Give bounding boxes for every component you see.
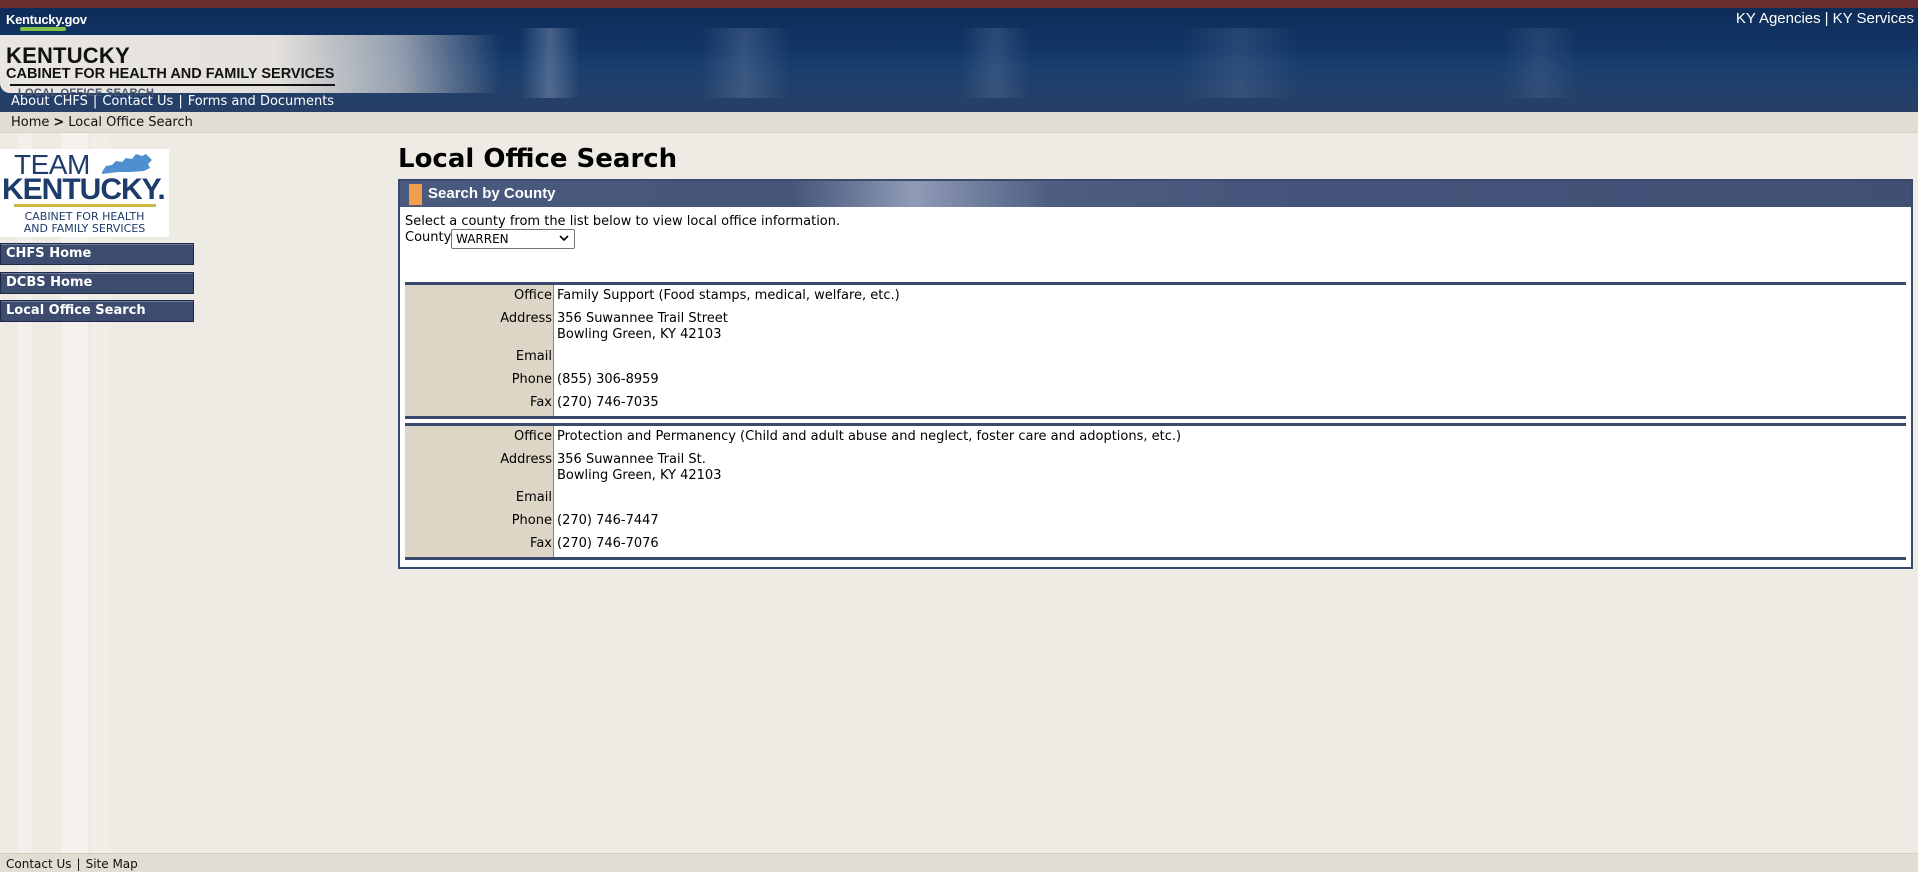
breadcrumb-current: Local Office Search [68, 115, 193, 130]
footer-separator: | [76, 857, 81, 871]
address-label: Address [500, 311, 552, 326]
footer-site-map-link[interactable]: Site Map [86, 857, 138, 871]
search-instructions: Select a county from the list below to v… [405, 214, 841, 229]
contact-us-link[interactable]: Contact Us [102, 94, 173, 109]
footer-contact-us-link[interactable]: Contact Us [6, 857, 72, 871]
address-label: Address [500, 452, 552, 467]
top-accent-line [0, 0, 1918, 8]
ky-services-link[interactable]: KY Services [1833, 10, 1914, 27]
sidebar-item-local-office-search[interactable]: Local Office Search [0, 300, 194, 322]
fax-label: Fax [530, 395, 552, 410]
office-label: Office [514, 288, 552, 303]
phone-label: Phone [511, 372, 552, 387]
footer-links: Contact Us | Site Map [6, 857, 138, 871]
top-links: KY Agencies | KY Services [1736, 10, 1914, 27]
fax-value: (270) 746-7035 [557, 395, 659, 410]
address-line-2: Bowling Green, KY 42103 [557, 468, 722, 483]
panel-title: Search by County [428, 185, 556, 202]
cabinet-banner[interactable]: KENTUCKY CABINET FOR HEALTH AND FAMILY S… [0, 35, 500, 99]
office-name: Family Support (Food stamps, medical, we… [557, 288, 900, 303]
phone-value: (270) 746-7447 [557, 513, 659, 528]
panel-header: Search by County [400, 181, 1911, 207]
sidebar-item-dcbs-home[interactable]: DCBS Home [0, 272, 194, 294]
sidebar-stripe [62, 133, 88, 853]
county-selected-value: WARREN [456, 232, 509, 246]
header-decoration [960, 28, 1030, 98]
brand-cabinet-name: CABINET FOR HEALTH AND FAMILY SERVICES [6, 66, 335, 82]
header-decoration [1180, 28, 1300, 98]
office-record-family-support: Office Family Support (Food stamps, medi… [405, 282, 1906, 419]
phone-label: Phone [511, 513, 552, 528]
office-name: Protection and Permanency (Child and adu… [557, 429, 1182, 444]
breadcrumb-separator: > [53, 115, 65, 130]
sidebar-stripe [92, 133, 110, 853]
office-record-protection-permanency: Office Protection and Permanency (Child … [405, 423, 1906, 560]
fax-value: (270) 746-7076 [557, 536, 659, 551]
page-title: Local Office Search [398, 144, 678, 174]
panel-header-accent [409, 184, 422, 205]
email-label: Email [515, 490, 552, 505]
ky-agencies-link[interactable]: KY Agencies [1736, 10, 1821, 27]
forms-and-documents-link[interactable]: Forms and Documents [188, 94, 334, 109]
kentucky-gov-logo-text: Kentucky.gov [6, 12, 87, 27]
kentucky-gov-logo[interactable]: Kentucky.gov [6, 12, 87, 31]
sidebar-item-chfs-home[interactable]: CHFS Home [0, 243, 194, 265]
logo-cabinet-line-2: AND FAMILY SERVICES [23, 222, 146, 235]
header-decoration [520, 28, 580, 98]
county-select[interactable]: WARREN [451, 229, 575, 249]
subnav-separator: | [178, 94, 183, 109]
header-decoration [700, 28, 790, 98]
phone-value: (855) 306-8959 [557, 372, 659, 387]
office-label: Office [514, 429, 552, 444]
site-header: Kentucky.gov KY Agencies | KY Services KEN… [0, 8, 1918, 112]
fax-label: Fax [530, 536, 552, 551]
address-line-1: 356 Suwannee Trail St. [557, 452, 706, 467]
header-decoration [1500, 28, 1580, 98]
breadcrumb-home-link[interactable]: Home [11, 115, 49, 130]
logo-divider [14, 204, 156, 207]
sidebar-stripe [18, 133, 32, 853]
address-line-2: Bowling Green, KY 42103 [557, 327, 722, 342]
search-panel: Search by County Select a county from th… [398, 179, 1913, 569]
footer-bar: Contact Us | Site Map [0, 853, 1918, 872]
sub-navigation: About CHFS | Contact Us | Forms and Document… [11, 94, 334, 109]
top-links-separator: | [1824, 10, 1829, 27]
about-chfs-link[interactable]: About CHFS [11, 94, 88, 109]
breadcrumb: Home > Local Office Search [11, 115, 193, 130]
email-label: Email [515, 349, 552, 364]
subnav-separator: | [92, 94, 98, 109]
logo-kentucky-text: KENTUCKY. [2, 173, 166, 206]
team-kentucky-logo[interactable]: TEAM KENTUCKY. CABINET FOR HEALTH AND FA… [0, 149, 169, 237]
brand-divider [10, 84, 335, 86]
logo-swoosh-icon [20, 27, 66, 31]
address-line-1: 356 Suwannee Trail Street [557, 311, 728, 326]
chevron-down-icon [559, 235, 569, 242]
county-label: County [405, 230, 452, 245]
breadcrumb-bar: Home > Local Office Search [0, 112, 1918, 133]
